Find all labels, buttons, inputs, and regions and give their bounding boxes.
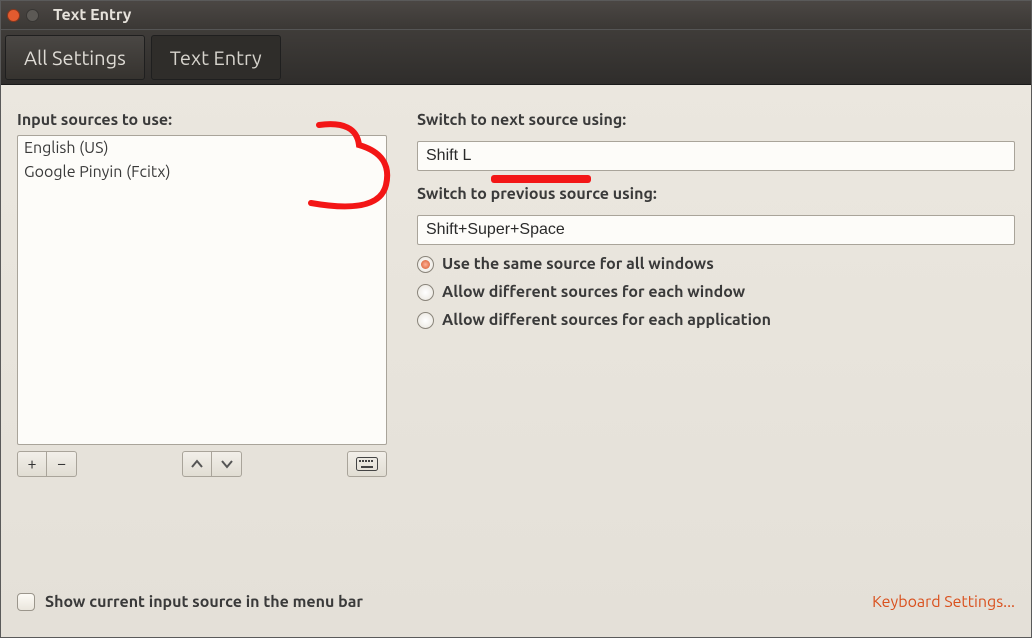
radio-label: Use the same source for all windows xyxy=(442,255,714,273)
chevron-up-icon xyxy=(191,459,203,469)
prev-source-input[interactable] xyxy=(417,215,1015,245)
radio-per-window[interactable]: Allow different sources for each window xyxy=(417,283,1015,301)
input-sources-panel: Input sources to use: English (US) Googl… xyxy=(17,111,387,525)
source-item[interactable]: Google Pinyin (Fcitx) xyxy=(18,160,386,184)
footer: Show current input source in the menu ba… xyxy=(17,593,1015,611)
keyboard-icon xyxy=(356,457,378,471)
next-source-label: Switch to next source using: xyxy=(417,111,1015,129)
radio-label: Allow different sources for each applica… xyxy=(442,311,771,329)
add-source-button[interactable]: + xyxy=(17,451,47,477)
radio-per-application[interactable]: Allow different sources for each applica… xyxy=(417,311,1015,329)
shortcut-panel: Switch to next source using: Switch to p… xyxy=(417,111,1015,525)
radio-same-source[interactable]: Use the same source for all windows xyxy=(417,255,1015,273)
move-down-button[interactable] xyxy=(212,451,242,477)
sources-toolbar: + − xyxy=(17,451,387,477)
checkbox-icon xyxy=(17,593,35,611)
move-up-button[interactable] xyxy=(182,451,212,477)
minimize-icon[interactable] xyxy=(26,9,39,22)
radio-icon xyxy=(417,312,434,329)
show-in-menubar-checkbox[interactable]: Show current input source in the menu ba… xyxy=(17,593,363,611)
close-icon[interactable] xyxy=(7,9,20,22)
show-keyboard-layout-button[interactable] xyxy=(347,451,387,477)
input-sources-list[interactable]: English (US) Google Pinyin (Fcitx) xyxy=(17,135,387,445)
next-source-input[interactable] xyxy=(417,141,1015,171)
breadcrumb-all-settings[interactable]: All Settings xyxy=(5,35,145,80)
chevron-down-icon xyxy=(221,459,233,469)
checkbox-label: Show current input source in the menu ba… xyxy=(45,593,363,611)
content-area: Input sources to use: English (US) Googl… xyxy=(1,85,1031,525)
remove-source-button[interactable]: − xyxy=(47,451,77,477)
breadcrumb-toolbar: All Settings Text Entry xyxy=(1,29,1031,85)
titlebar: Text Entry xyxy=(1,1,1031,29)
source-item[interactable]: English (US) xyxy=(18,136,386,160)
radio-icon xyxy=(417,256,434,273)
prev-source-label: Switch to previous source using: xyxy=(417,185,1015,203)
radio-label: Allow different sources for each window xyxy=(442,283,745,301)
radio-icon xyxy=(417,284,434,301)
input-sources-label: Input sources to use: xyxy=(17,111,387,129)
window-title: Text Entry xyxy=(53,6,131,24)
keyboard-settings-link[interactable]: Keyboard Settings... xyxy=(872,593,1015,611)
settings-window: Text Entry All Settings Text Entry Input… xyxy=(0,0,1032,638)
breadcrumb-current[interactable]: Text Entry xyxy=(151,35,281,80)
